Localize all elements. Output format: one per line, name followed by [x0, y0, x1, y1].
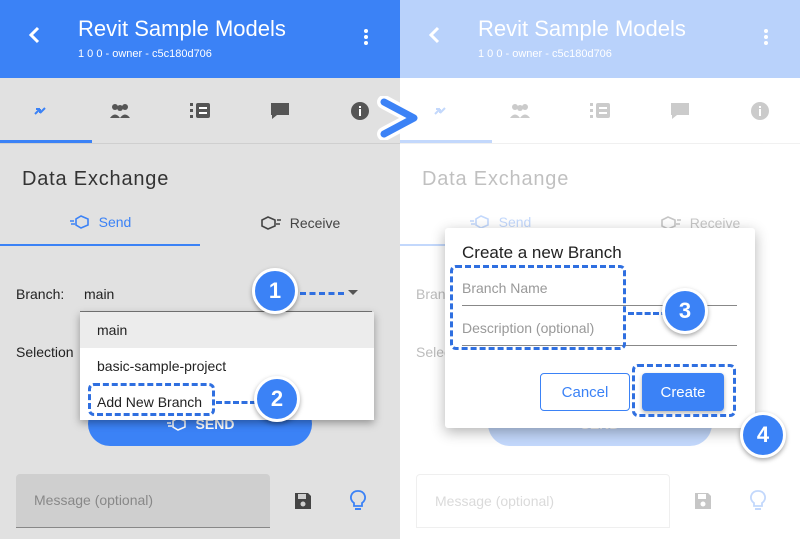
- lightbulb-icon: [750, 490, 766, 510]
- branch-select[interactable]: main: [80, 278, 372, 312]
- receive-tab-label: Receive: [289, 215, 341, 231]
- stream-meta: 1 0 0 - owner - c5c180d706: [478, 48, 612, 60]
- app-header: Revit Sample Models 1 0 0 - owner - c5c1…: [0, 0, 400, 78]
- selection-label: Selection: [16, 344, 74, 360]
- left-panel: Revit Sample Models 1 0 0 - owner - c5c1…: [0, 0, 400, 539]
- tips-button[interactable]: [750, 490, 766, 517]
- branch-value: main: [84, 286, 115, 302]
- chevron-right-icon: [377, 95, 421, 141]
- send-tab-label: Send: [98, 214, 132, 230]
- receive-cube-icon: [260, 216, 281, 230]
- tab-comments[interactable]: [640, 78, 720, 144]
- section-title: Data Exchange: [422, 168, 570, 190]
- cancel-button[interactable]: Cancel: [540, 373, 630, 411]
- step-badge-4: 4: [740, 412, 786, 458]
- sync-icon: [434, 107, 446, 115]
- branch-option-main[interactable]: main: [80, 312, 374, 348]
- more-menu-button[interactable]: [759, 28, 773, 50]
- tab-info[interactable]: [720, 78, 800, 144]
- message-input[interactable]: Message (optional): [416, 474, 670, 528]
- stream-title: Revit Sample Models: [78, 16, 286, 41]
- tab-activity[interactable]: [560, 78, 640, 144]
- tips-button[interactable]: [350, 490, 366, 517]
- step-badge-2: 2: [254, 376, 300, 422]
- message-input[interactable]: Message (optional): [16, 474, 270, 528]
- list-icon: [190, 103, 210, 118]
- sync-icon: [34, 107, 46, 115]
- right-panel: Revit Sample Models 1 0 0 - owner - c5c1…: [400, 0, 800, 539]
- chat-icon: [271, 103, 289, 119]
- list-icon: [590, 103, 610, 118]
- receive-tab[interactable]: Receive: [200, 200, 400, 246]
- save-icon: [295, 493, 311, 509]
- tab-bar: [400, 78, 800, 144]
- tab-comments[interactable]: [240, 78, 320, 144]
- step-badge-1: 1: [252, 268, 298, 314]
- caret-down-icon: [348, 290, 358, 295]
- info-icon: [351, 102, 369, 120]
- tutorial-composite: Revit Sample Models 1 0 0 - owner - c5c1…: [0, 0, 800, 539]
- stream-meta: 1 0 0 - owner - c5c180d706: [78, 48, 212, 60]
- connector-line-2: [216, 401, 256, 404]
- more-menu-button[interactable]: [359, 28, 373, 50]
- tab-collaborators[interactable]: [480, 78, 560, 144]
- connector-line-1: [300, 292, 344, 295]
- stream-title: Revit Sample Models: [478, 16, 686, 41]
- active-tab-indicator: [0, 140, 92, 143]
- app-header: Revit Sample Models 1 0 0 - owner - c5c1…: [400, 0, 800, 78]
- info-icon: [751, 102, 769, 120]
- chat-icon: [671, 103, 689, 119]
- more-vert-icon: [764, 29, 768, 45]
- dialog-title: Create a new Branch: [462, 243, 622, 262]
- branch-option-basic-sample-project[interactable]: basic-sample-project: [80, 348, 374, 384]
- back-button[interactable]: [28, 26, 50, 50]
- back-button[interactable]: [428, 26, 450, 50]
- save-button[interactable]: [694, 492, 712, 515]
- tab-collaborators[interactable]: [80, 78, 160, 144]
- people-icon: [510, 104, 530, 118]
- save-button[interactable]: [294, 492, 312, 515]
- people-icon: [110, 104, 130, 118]
- branch-label: Branch:: [16, 286, 65, 302]
- send-cube-icon: [69, 215, 89, 229]
- chevron-left-icon: [28, 26, 40, 44]
- send-tab[interactable]: Send: [0, 200, 200, 246]
- highlight-create-button: [632, 364, 736, 417]
- lightbulb-icon: [350, 490, 366, 510]
- section-title: Data Exchange: [22, 168, 170, 190]
- more-vert-icon: [364, 29, 368, 45]
- tab-bar: [0, 78, 400, 144]
- next-step-arrow: [376, 95, 424, 145]
- save-icon: [695, 493, 711, 509]
- highlight-branch-fields: [450, 265, 626, 350]
- tab-activity[interactable]: [160, 78, 240, 144]
- highlight-add-new-branch: [88, 383, 215, 416]
- chevron-left-icon: [428, 26, 440, 44]
- tab-data-exchange[interactable]: [0, 78, 80, 144]
- step-badge-3: 3: [662, 288, 708, 334]
